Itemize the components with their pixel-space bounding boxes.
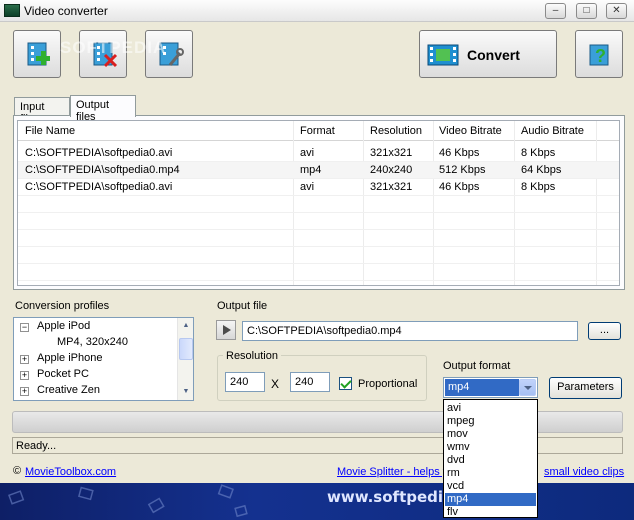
convert-label: Convert bbox=[467, 47, 520, 63]
proportional-checkbox[interactable] bbox=[339, 377, 352, 390]
add-file-icon bbox=[27, 42, 50, 66]
expand-icon[interactable]: + bbox=[20, 387, 29, 396]
browse-button[interactable]: ... bbox=[588, 322, 621, 340]
cell-video-bitrate: 512 Kbps bbox=[439, 164, 486, 176]
scroll-thumb[interactable] bbox=[179, 338, 193, 360]
header-format[interactable]: Format bbox=[300, 125, 335, 137]
format-option-mov[interactable]: mov bbox=[445, 428, 536, 441]
cell-audio-bitrate: 8 Kbps bbox=[521, 147, 556, 159]
conversion-profiles-tree: − Apple iPod MP4, 320x240 + Apple iPhone… bbox=[13, 317, 194, 401]
header-video-bitrate[interactable]: Video Bitrate bbox=[439, 125, 502, 137]
scroll-up-icon[interactable]: ▲ bbox=[179, 319, 193, 333]
output-files-table: File Name Format Resolution Video Bitrat… bbox=[17, 120, 620, 286]
format-option-mpeg[interactable]: mpeg bbox=[445, 415, 536, 428]
resolution-separator: X bbox=[271, 377, 280, 391]
tree-item-mp4-320x240[interactable]: MP4, 320x240 bbox=[57, 336, 128, 352]
tab-input-files[interactable]: Input files bbox=[14, 97, 70, 125]
cell-resolution: 321x321 bbox=[370, 181, 413, 193]
banner-film-icon bbox=[8, 484, 248, 518]
softpedia-watermark: SOFTPEDIA bbox=[60, 38, 167, 57]
output-format-dropdown-list: avi mpeg mov wmv dvd rm vcd mp4 flv bbox=[443, 399, 538, 518]
add-file-button[interactable] bbox=[13, 30, 61, 78]
header-audio-bitrate[interactable]: Audio Bitrate bbox=[521, 125, 584, 137]
tab-output-files[interactable]: Output files bbox=[70, 95, 136, 123]
parameters-button[interactable]: Parameters bbox=[549, 377, 622, 399]
table-row[interactable]: C:\SOFTPEDIA\softpedia0.mp4 mp4 240x240 … bbox=[18, 162, 619, 179]
cell-file-name: C:\SOFTPEDIA\softpedia0.mp4 bbox=[25, 164, 180, 176]
movietoolbox-link[interactable]: MovieToolbox.com bbox=[25, 466, 116, 478]
output-file-path[interactable]: C:\SOFTPEDIA\softpedia0.mp4 bbox=[242, 321, 578, 341]
movie-splitter-link[interactable]: Movie Splitter - helps y bbox=[337, 466, 448, 478]
film-strip-icon bbox=[427, 44, 459, 66]
cell-format: avi bbox=[300, 181, 315, 193]
header-resolution[interactable]: Resolution bbox=[370, 125, 422, 137]
format-option-avi[interactable]: avi bbox=[445, 402, 536, 415]
format-option-dvd[interactable]: dvd bbox=[445, 454, 536, 467]
movie-splitter-link-tail[interactable]: small video clips bbox=[544, 466, 624, 478]
cell-format: avi bbox=[300, 147, 315, 159]
chevron-down-icon[interactable] bbox=[519, 379, 536, 396]
output-format-select[interactable]: mp4 bbox=[443, 377, 538, 398]
format-option-flv[interactable]: flv bbox=[445, 506, 536, 519]
conversion-profiles-label: Conversion profiles bbox=[15, 300, 110, 312]
format-option-wmv[interactable]: wmv bbox=[445, 441, 536, 454]
help-icon: ? bbox=[589, 44, 609, 66]
cell-file-name: C:\SOFTPEDIA\softpedia0.avi bbox=[25, 181, 173, 193]
title-bar: Video converter – □ ✕ bbox=[0, 0, 634, 22]
header-file-name[interactable]: File Name bbox=[25, 125, 75, 137]
tree-item-label: Apple iPhone bbox=[37, 352, 103, 364]
tree-item-label: MP4, 320x240 bbox=[57, 336, 128, 348]
close-button[interactable]: ✕ bbox=[606, 3, 627, 19]
format-option-vcd[interactable]: vcd bbox=[445, 480, 536, 493]
resolution-width-input[interactable]: 240 bbox=[225, 372, 265, 392]
output-file-label: Output file bbox=[217, 300, 268, 312]
tree-item-label: Apple iPod bbox=[37, 320, 91, 332]
play-button[interactable] bbox=[216, 320, 236, 340]
cell-video-bitrate: 46 Kbps bbox=[439, 181, 480, 193]
softpedia-banner: www.softpedia.co bbox=[0, 483, 634, 520]
copyright-symbol: © bbox=[13, 465, 22, 477]
cell-audio-bitrate: 8 Kbps bbox=[521, 181, 556, 193]
expand-icon[interactable]: + bbox=[20, 355, 29, 364]
convert-button[interactable]: Convert bbox=[419, 30, 557, 78]
output-format-value: mp4 bbox=[445, 379, 519, 396]
output-files-panel: File Name Format Resolution Video Bitrat… bbox=[13, 115, 625, 290]
maximize-button[interactable]: □ bbox=[576, 3, 597, 19]
output-format-label: Output format bbox=[443, 360, 511, 372]
cell-audio-bitrate: 64 Kbps bbox=[521, 164, 562, 176]
cell-file-name: C:\SOFTPEDIA\softpedia0.avi bbox=[25, 147, 173, 159]
cell-resolution: 240x240 bbox=[370, 164, 413, 176]
cell-resolution: 321x321 bbox=[370, 147, 413, 159]
proportional-label: Proportional bbox=[358, 378, 418, 390]
tree-item-label: Creative Zen bbox=[37, 384, 100, 396]
format-option-mp4[interactable]: mp4 bbox=[445, 493, 536, 506]
minimize-button[interactable]: – bbox=[545, 3, 566, 19]
tree-scrollbar[interactable]: ▲ ▼ bbox=[177, 318, 193, 400]
resolution-height-input[interactable]: 240 bbox=[290, 372, 330, 392]
svg-text:?: ? bbox=[595, 46, 606, 66]
resolution-label: Resolution bbox=[223, 350, 281, 362]
cell-video-bitrate: 46 Kbps bbox=[439, 147, 480, 159]
cell-format: mp4 bbox=[300, 164, 322, 176]
table-row[interactable]: C:\SOFTPEDIA\softpedia0.avi avi 321x321 … bbox=[18, 145, 619, 162]
table-header: File Name Format Resolution Video Bitrat… bbox=[18, 121, 619, 141]
app-film-icon bbox=[4, 4, 20, 17]
help-button[interactable]: ? bbox=[575, 30, 623, 78]
table-row[interactable]: C:\SOFTPEDIA\softpedia0.avi avi 321x321 … bbox=[18, 179, 619, 196]
scroll-down-icon[interactable]: ▼ bbox=[179, 385, 193, 399]
tree-item-label: Pocket PC bbox=[37, 368, 89, 380]
format-option-rm[interactable]: rm bbox=[445, 467, 536, 480]
window-title: Video converter bbox=[24, 4, 108, 18]
expand-icon[interactable]: + bbox=[20, 371, 29, 380]
collapse-icon[interactable]: − bbox=[20, 323, 29, 332]
